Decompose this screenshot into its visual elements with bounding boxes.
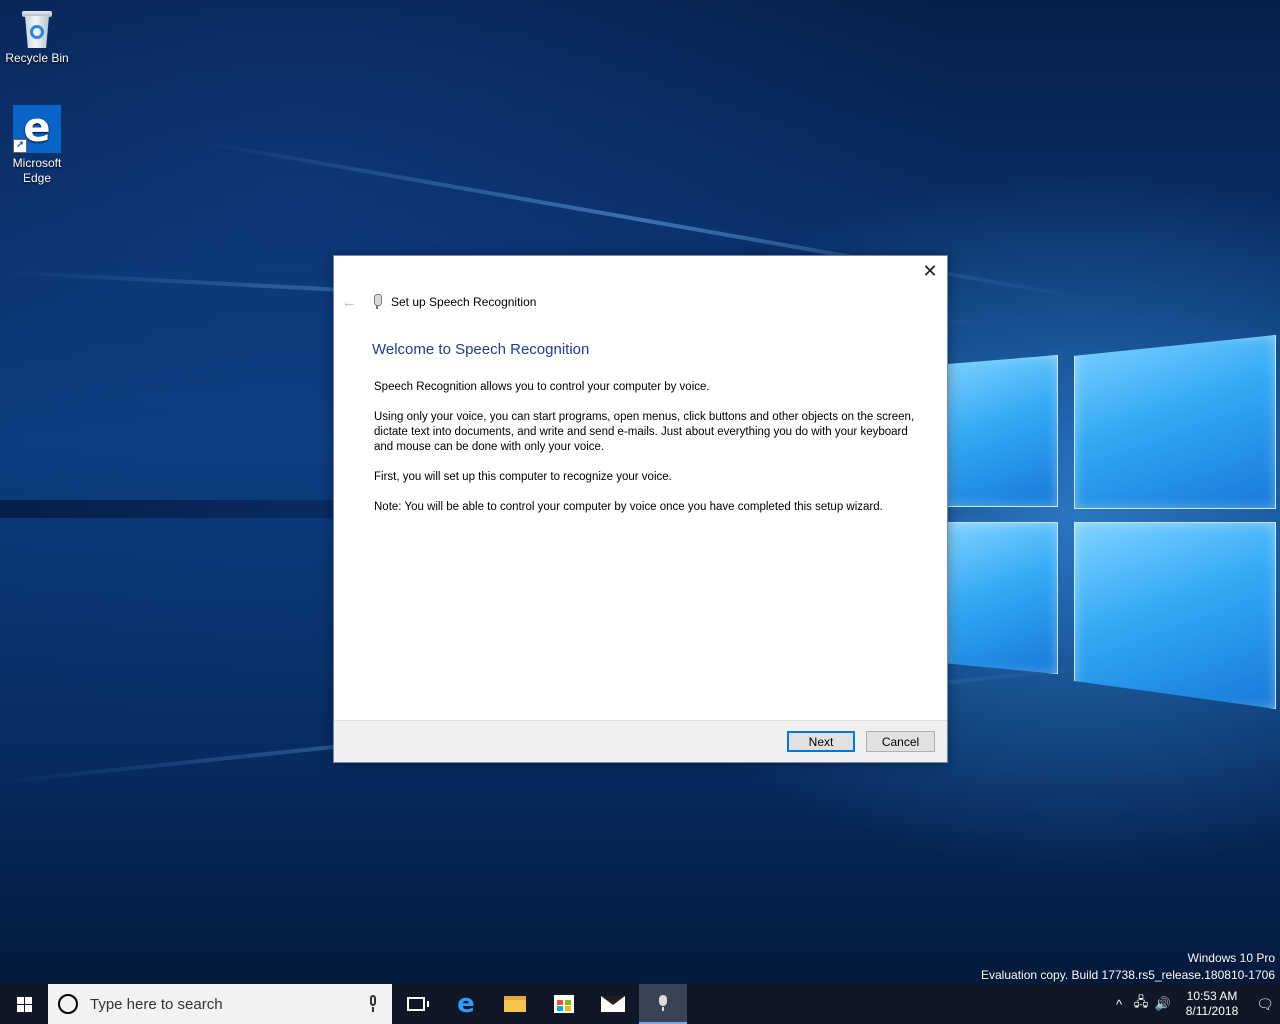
taskbar-speech-recognition-button[interactable]: [639, 984, 687, 1024]
taskbar-store-button[interactable]: [540, 984, 588, 1024]
shortcut-arrow-icon: ↗: [13, 139, 27, 153]
recycle-bin-icon: [21, 8, 53, 48]
windows-logo-pane: [946, 522, 1058, 674]
edge-icon: e ↗: [13, 105, 61, 153]
microphone-icon: [659, 995, 667, 1011]
network-icon[interactable]: 🖧: [1130, 993, 1152, 1015]
windows-logo-pane: [946, 355, 1058, 507]
task-view-button[interactable]: [392, 984, 440, 1024]
body-paragraph: Using only your voice, you can start pro…: [374, 411, 915, 453]
back-button[interactable]: ←: [342, 294, 357, 311]
desktop-icon-label: Microsoft Edge: [12, 156, 62, 185]
microphone-icon[interactable]: [368, 995, 378, 1013]
taskbar-edge-button[interactable]: e: [442, 984, 490, 1024]
cortana-icon: [58, 994, 78, 1014]
volume-icon[interactable]: 🔊: [1152, 996, 1174, 1012]
body-paragraph: Note: You will be able to control your c…: [374, 501, 883, 513]
task-view-icon: [407, 997, 429, 1011]
mail-icon: [601, 996, 625, 1012]
clock-date: 8/11/2018: [1185, 1004, 1239, 1018]
microphone-icon: [372, 294, 382, 310]
edge-icon: e: [457, 989, 475, 1019]
taskbar: Type here to search e ^ 🖧 🔊 10:53 AM 8/1…: [0, 984, 1280, 1024]
taskbar-clock[interactable]: 10:53 AM 8/11/2018: [1174, 989, 1250, 1019]
desktop-icon-label: Recycle Bin: [5, 51, 69, 65]
dialog-footer: Next Cancel: [334, 720, 947, 762]
wizard-title: Set up Speech Recognition: [391, 295, 537, 309]
tray-chevron-icon[interactable]: ^: [1108, 997, 1130, 1012]
close-button[interactable]: ✕: [913, 256, 947, 286]
body-paragraph: First, you will set up this computer to …: [374, 471, 672, 483]
windows-logo-pane: [1074, 335, 1276, 509]
windows-logo-pane: [1074, 522, 1276, 709]
next-button[interactable]: Next: [787, 731, 855, 752]
taskbar-file-explorer-button[interactable]: [491, 984, 539, 1024]
watermark-edition: Windows 10 Pro: [1187, 951, 1275, 965]
wizard-nav: ← Set up Speech Recognition: [342, 292, 537, 312]
page-heading: Welcome to Speech Recognition: [372, 341, 590, 358]
cancel-button[interactable]: Cancel: [866, 731, 935, 752]
windows-start-icon: [16, 996, 32, 1012]
desktop-icon-recycle-bin[interactable]: Recycle Bin: [1, 8, 73, 66]
clock-time: 10:53 AM: [1186, 989, 1238, 1003]
body-paragraph: Speech Recognition allows you to control…: [374, 381, 710, 393]
search-placeholder: Type here to search: [90, 995, 223, 1013]
watermark-build: Evaluation copy. Build 17738.rs5_release…: [981, 968, 1275, 982]
taskbar-mail-button[interactable]: [589, 984, 637, 1024]
speech-recognition-setup-dialog: ✕ ← Set up Speech Recognition Welcome to…: [333, 255, 948, 763]
store-icon: [554, 995, 574, 1013]
start-button[interactable]: [0, 984, 48, 1024]
build-watermark: Windows 10 Pro Evaluation copy. Build 17…: [981, 950, 1275, 984]
folder-icon: [504, 996, 526, 1012]
dialog-body: Speech Recognition allows you to control…: [374, 380, 929, 530]
desktop-icon-microsoft-edge[interactable]: e ↗ Microsoft Edge: [1, 105, 73, 186]
action-center-icon[interactable]: 🗨: [1250, 996, 1280, 1013]
system-tray: ^ 🖧 🔊 10:53 AM 8/11/2018 🗨: [1108, 984, 1280, 1024]
taskbar-search-box[interactable]: Type here to search: [48, 984, 392, 1024]
